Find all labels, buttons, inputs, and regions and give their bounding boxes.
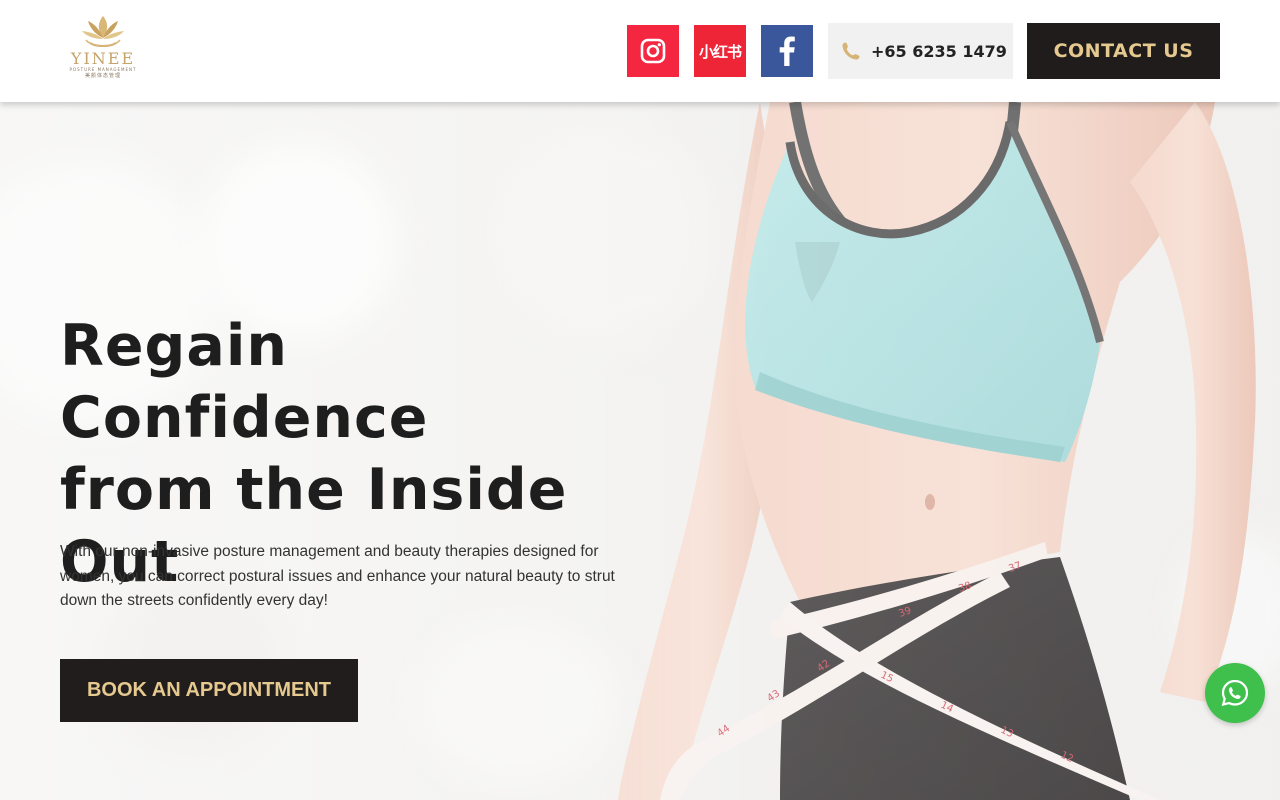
lotus-icon [82,16,124,47]
instagram-icon [640,38,666,64]
phone-link[interactable]: +65 6235 1479 [828,23,1013,79]
site-header: YINEE POSTURE MANAGEMENT 美颜体态管理 小红书 +65 … [0,0,1280,102]
phone-icon [841,41,861,61]
book-appointment-button[interactable]: BOOK AN APPOINTMENT [60,659,358,722]
instagram-link[interactable] [627,25,679,77]
hero-title-line: from the Inside [60,457,568,523]
hero-description: With our non-invasive posture management… [60,543,615,609]
facebook-icon [779,36,795,66]
hero-section: 39 38 37 15 14 13 12 42 43 44 Regain Con… [0,102,1280,800]
facebook-link[interactable] [761,25,813,77]
logo-chinese-name: 美颜体态管理 [84,73,121,79]
xiaohongshu-link[interactable]: 小红书 [694,25,746,77]
hero-title-line: Regain Confidence [60,313,429,451]
contact-us-button[interactable]: CONTACT US [1027,23,1220,79]
logo-wordmark: YINEE [70,49,136,68]
yinee-logo[interactable]: YINEE POSTURE MANAGEMENT 美颜体态管理 [62,12,144,90]
phone-number: +65 6235 1479 [871,41,1007,61]
xiaohongshu-icon: 小红书 [698,42,742,61]
whatsapp-icon [1221,679,1249,707]
whatsapp-chat-button[interactable] [1205,663,1265,723]
